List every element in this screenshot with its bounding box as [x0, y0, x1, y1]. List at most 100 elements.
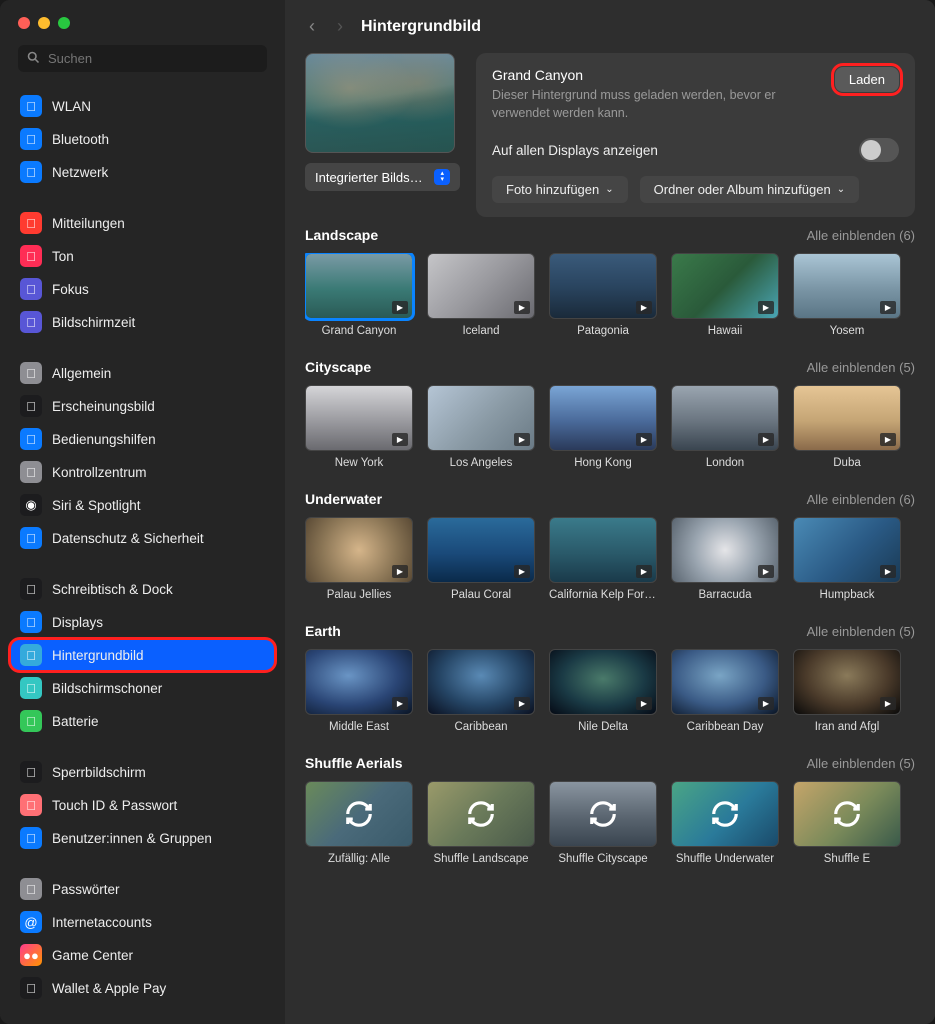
wallpaper-tile-label: Shuffle Cityscape	[549, 853, 657, 865]
sidebar-item-internetaccounts[interactable]: @Internetaccounts	[10, 906, 275, 938]
sidebar-item-batterie[interactable]: 􀛨Batterie	[10, 705, 275, 737]
wifi-icon: 􀙇	[20, 95, 42, 117]
wallpaper-thumbnail[interactable]: ▶	[427, 517, 535, 583]
play-icon: ▶	[758, 697, 774, 710]
dock-icon: 􀒹	[20, 578, 42, 600]
wallpaper-thumbnail[interactable]: ▶	[305, 385, 413, 451]
sidebar-item-netzwerk[interactable]: 􀤆Netzwerk	[10, 156, 275, 188]
sidebar-item-wlan[interactable]: 􀙇WLAN	[10, 90, 275, 122]
wallpaper-grid: ▶Palau Jellies▶Palau Coral▶California Ke…	[305, 517, 915, 601]
wallpaper-thumbnail[interactable]: ▶	[671, 649, 779, 715]
wallpaper-tile: ▶Nile Delta	[549, 649, 657, 733]
sidebar-item-allgemein[interactable]: 􀣋Allgemein	[10, 357, 275, 389]
forward-button[interactable]: ›	[333, 14, 347, 39]
sidebar-item-siri-spotlight[interactable]: ◉Siri & Spotlight	[10, 489, 275, 521]
wallpaper-thumbnail[interactable]: ▶	[549, 253, 657, 319]
wallpaper-thumbnail[interactable]	[305, 781, 413, 847]
wallpaper-thumbnail[interactable]	[427, 781, 535, 847]
add-photo-button[interactable]: Foto hinzufügen ⌄	[492, 176, 628, 203]
wallpaper-tile-label: Yosem	[793, 325, 901, 337]
section-shuffle-aerials: Shuffle AerialsAlle einblenden (5)Zufäll…	[305, 755, 915, 865]
wallpaper-thumbnail[interactable]: ▶	[793, 649, 901, 715]
section-title: Underwater	[305, 491, 382, 507]
battery-icon: 􀛨	[20, 710, 42, 732]
wallpaper-thumbnail[interactable]	[793, 781, 901, 847]
expand-all-link[interactable]: Alle einblenden (6)	[807, 228, 915, 243]
wallpaper-thumbnail[interactable]: ▶	[549, 517, 657, 583]
wallpaper-sections[interactable]: LandscapeAlle einblenden (6)▶Grand Canyo…	[285, 227, 935, 1024]
users-icon: 􀉬	[20, 827, 42, 849]
expand-all-link[interactable]: Alle einblenden (5)	[807, 360, 915, 375]
wallpaper-thumbnail[interactable]: ▶	[427, 385, 535, 451]
wallpaper-thumbnail[interactable]	[671, 781, 779, 847]
sidebar-item-bedienungshilfen[interactable]: 􀕾Bedienungshilfen	[10, 423, 275, 455]
play-icon: ▶	[392, 433, 408, 446]
wallpaper-thumbnail[interactable]: ▶	[793, 517, 901, 583]
sidebar-item-label: Bildschirmschoner	[52, 681, 162, 696]
main-panel: ‹ › Hintergrundbild Integrierter Bildsc……	[285, 0, 935, 1024]
sidebar-item-wallet-apple-pay[interactable]: 􀏰Wallet & Apple Pay	[10, 972, 275, 1004]
play-icon: ▶	[758, 301, 774, 314]
play-icon: ▶	[636, 433, 652, 446]
play-icon: ▶	[514, 301, 530, 314]
sidebar-item-mitteilungen[interactable]: 􀋚Mitteilungen	[10, 207, 275, 239]
sidebar-item-bluetooth[interactable]: 􀖀Bluetooth	[10, 123, 275, 155]
sidebar-item-fokus[interactable]: 􀆺Fokus	[10, 273, 275, 305]
wallpaper-tile-label: Shuffle Underwater	[671, 853, 779, 865]
expand-all-link[interactable]: Alle einblenden (5)	[807, 624, 915, 639]
sidebar-item-bildschirmzeit[interactable]: 􀖇Bildschirmzeit	[10, 306, 275, 338]
sidebar-item-erscheinungsbild[interactable]: 􀀻Erscheinungsbild	[10, 390, 275, 422]
wallpaper-tile-label: Iran and Afgl	[793, 721, 901, 733]
wallpaper-name: Grand Canyon	[492, 67, 825, 83]
display-select[interactable]: Integrierter Bildsc… ▴▾	[305, 163, 460, 191]
add-folder-button[interactable]: Ordner oder Album hinzufügen ⌄	[640, 176, 859, 203]
sidebar-item-label: Netzwerk	[52, 165, 108, 180]
play-icon: ▶	[880, 433, 896, 446]
expand-all-link[interactable]: Alle einblenden (6)	[807, 492, 915, 507]
wallpaper-thumbnail[interactable]: ▶	[427, 253, 535, 319]
sidebar-item-sperrbildschirm[interactable]: 􀎡Sperrbildschirm	[10, 756, 275, 788]
play-icon: ▶	[880, 565, 896, 578]
wallpaper-thumbnail[interactable]: ▶	[549, 385, 657, 451]
play-icon: ▶	[514, 697, 530, 710]
wallpaper-tile-label: Iceland	[427, 325, 535, 337]
search-input[interactable]	[18, 45, 267, 72]
minimize-window-button[interactable]	[38, 17, 50, 29]
sidebar-item-touch-id-passwort[interactable]: 􀟒Touch ID & Passwort	[10, 789, 275, 821]
sidebar-item-benutzer-innen-gruppen[interactable]: 􀉬Benutzer:innen & Gruppen	[10, 822, 275, 854]
wallpaper-grid: Zufällig: AlleShuffle LandscapeShuffle C…	[305, 781, 915, 865]
wallpaper-thumbnail[interactable]: ▶	[427, 649, 535, 715]
wallpaper-thumbnail[interactable]: ▶	[671, 385, 779, 451]
sidebar-item-bildschirmschoner[interactable]: 􀏜Bildschirmschoner	[10, 672, 275, 704]
wallpaper-thumbnail[interactable]: ▶	[671, 517, 779, 583]
wallpaper-thumbnail[interactable]: ▶	[793, 385, 901, 451]
sidebar-item-game-center[interactable]: ●●Game Center	[10, 939, 275, 971]
sidebar-item-ton[interactable]: 􀊨Ton	[10, 240, 275, 272]
play-icon: ▶	[392, 565, 408, 578]
settings-window: 􀙇WLAN􀖀Bluetooth􀤆Netzwerk 􀋚Mitteilungen􀊨To…	[0, 0, 935, 1024]
sidebar-item-hintergrundbild[interactable]: 􀏟Hintergrundbild	[10, 639, 275, 671]
wallpaper-thumbnail[interactable]: ▶	[305, 253, 413, 319]
sidebar-item-passw-rter[interactable]: 􀟖Passwörter	[10, 873, 275, 905]
wallpaper-thumbnail[interactable]: ▶	[549, 649, 657, 715]
close-window-button[interactable]	[18, 17, 30, 29]
wallpaper-thumbnail[interactable]: ▶	[671, 253, 779, 319]
gear-icon: 􀣋	[20, 362, 42, 384]
wallpaper-thumbnail[interactable]: ▶	[305, 649, 413, 715]
wallpaper-thumbnail[interactable]: ▶	[793, 253, 901, 319]
expand-all-link[interactable]: Alle einblenden (5)	[807, 756, 915, 771]
sidebar-item-schreibtisch-dock[interactable]: 􀒹Schreibtisch & Dock	[10, 573, 275, 605]
load-button[interactable]: Laden	[835, 67, 899, 92]
wallpaper-thumbnail[interactable]: ▶	[305, 517, 413, 583]
all-displays-label: Auf allen Displays anzeigen	[492, 143, 658, 158]
sidebar-item-kontrollzentrum[interactable]: 􀜊Kontrollzentrum	[10, 456, 275, 488]
wallpaper-tile: ▶Palau Jellies	[305, 517, 413, 601]
wallpaper-thumbnail[interactable]	[549, 781, 657, 847]
zoom-window-button[interactable]	[58, 17, 70, 29]
wallpaper-tile: ▶ Yosem	[793, 253, 901, 337]
sidebar-item-displays[interactable]: 􀢹Displays	[10, 606, 275, 638]
back-button[interactable]: ‹	[305, 14, 319, 39]
sidebar-item-datenschutz-sicherheit[interactable]: 􀉼Datenschutz & Sicherheit	[10, 522, 275, 554]
all-displays-toggle[interactable]	[859, 138, 899, 162]
play-icon: ▶	[392, 301, 408, 314]
